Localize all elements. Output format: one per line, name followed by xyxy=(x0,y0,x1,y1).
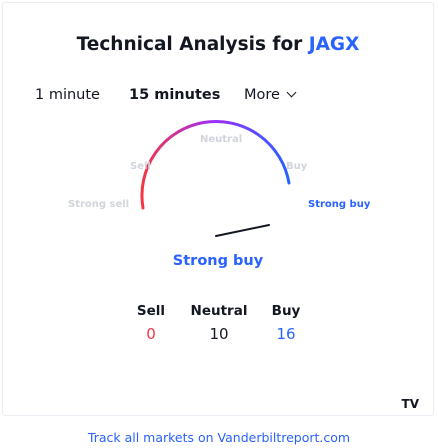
buy-count-value: 16 xyxy=(276,325,296,343)
gauge-needle xyxy=(215,224,270,237)
footer-link[interactable]: Track all markets on Vanderbiltreport.co… xyxy=(88,430,350,445)
sell-count-value: 0 xyxy=(146,325,156,343)
gauge-label-buy: Buy xyxy=(286,161,308,172)
sell-count-label: Sell xyxy=(136,303,166,319)
gauge xyxy=(140,119,291,237)
gauge-label-neutral: Neutral xyxy=(200,134,243,145)
gauge-label-strong-buy: Strong buy xyxy=(308,199,371,210)
neutral-count-label: Neutral xyxy=(190,303,248,319)
summary-rating: Strong buy xyxy=(172,253,264,269)
buy-count-label: Buy xyxy=(271,303,301,319)
gauge-label-sell: Sell xyxy=(130,161,151,172)
neutral-count-value: 10 xyxy=(209,325,229,343)
footer: Track all markets on Vanderbiltreport.co… xyxy=(0,430,438,445)
tradingview-logo-icon[interactable]: TV xyxy=(402,397,419,411)
gauge-label-strong-sell: Strong sell xyxy=(68,199,130,210)
technical-analysis-widget: Technical Analysis for JAGX 1 minute 15 … xyxy=(2,2,434,416)
